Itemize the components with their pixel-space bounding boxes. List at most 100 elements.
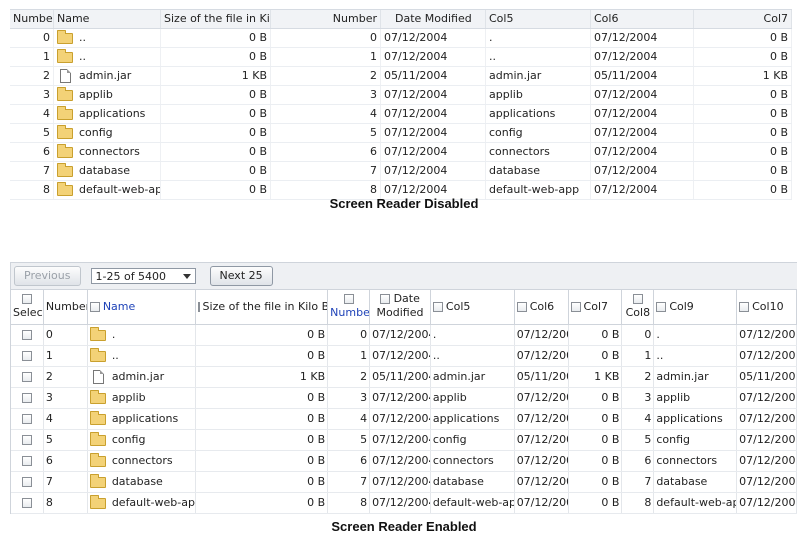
table-row[interactable]: 3 applib 0 B 3 07/12/2004 applib 07/12/2004 0 B — [10, 86, 792, 105]
table-row[interactable]: 2 admin.jar 1 KB 2 05/11/2004 admin.jar 05/11/… — [11, 367, 797, 388]
header-size[interactable]: Size of the file in Kilo Bytes — [196, 290, 329, 324]
cell-name-text: config — [79, 126, 113, 139]
header-col6-label: Col6 — [529, 300, 555, 313]
cell-col7: 0 B — [569, 430, 623, 450]
table-row[interactable]: 5config0 B507/12/2004config07/12/20040 B… — [11, 430, 797, 451]
table-row[interactable]: 3applib0 B307/12/2004applib07/12/20040 B… — [11, 388, 797, 409]
table-row[interactable]: 8 default-web-app 0 B 8 07/12/2004 default-we… — [11, 493, 797, 514]
row-select-checkbox[interactable] — [21, 477, 32, 487]
cell-date: 07/12/2004 — [381, 48, 486, 66]
header-date-checkbox[interactable] — [380, 294, 391, 304]
table-row[interactable]: 7database0 B707/12/2004database07/12/200… — [10, 162, 792, 181]
cell-number: 8 — [44, 493, 88, 513]
row-select-checkbox[interactable] — [21, 372, 32, 382]
select-all-checkbox[interactable] — [21, 294, 32, 304]
header-number-2[interactable]: Number — [271, 10, 381, 28]
table-row[interactable]: 6 connectors 0 B 6 07/12/2004 connectors 07/12… — [11, 451, 797, 472]
header-number-2-checkbox[interactable] — [343, 294, 354, 304]
cell-col8: 3 — [622, 388, 655, 408]
header-name-checkbox[interactable] — [89, 302, 100, 312]
header-number[interactable]: Number — [44, 290, 88, 324]
next-button[interactable]: Next 25 — [209, 266, 273, 286]
cell-col8: 8 — [622, 493, 655, 513]
cell-number: 3 — [10, 86, 54, 104]
cell-col5: config — [431, 430, 515, 450]
header-col6[interactable]: Col6 — [591, 10, 694, 28]
table-row[interactable]: 4 applications 0 B 4 07/12/2004 applications 0… — [10, 105, 792, 124]
row-select-checkbox[interactable] — [21, 330, 32, 340]
cell-col10: 07/12/2004 — [737, 325, 797, 345]
row-select-checkbox[interactable] — [21, 498, 32, 508]
row-select-checkbox[interactable] — [21, 414, 32, 424]
header-col10[interactable]: Col10 — [737, 290, 797, 324]
header-col5-checkbox[interactable] — [432, 302, 443, 312]
header-col8-checkbox[interactable] — [632, 294, 643, 304]
table-row[interactable]: 1.. 0 B 1 07/12/2004.. 07/12/2004 0 B — [10, 48, 792, 67]
cell-col10: 07/12/2004 — [737, 430, 797, 450]
table-row[interactable]: 6 connectors 0 B 6 07/12/2004 connectors 07/12… — [10, 143, 792, 162]
header-col10-checkbox[interactable] — [739, 302, 750, 312]
page-range-select[interactable]: 1-25 of 5400 — [90, 268, 196, 284]
row-select-checkbox[interactable] — [21, 435, 32, 445]
header-col9-checkbox[interactable] — [656, 302, 667, 312]
table-row[interactable]: 5 config 0 B 5 07/12/2004 config 07/12/2004 0 B — [10, 124, 792, 143]
cell-col5: database — [486, 162, 591, 180]
header-col5[interactable]: Col5 — [431, 290, 515, 324]
header-col8[interactable]: Col8 — [622, 290, 655, 324]
cell-col6: 07/12/2004 — [591, 29, 694, 47]
cell-col6: 07/12/2004 — [591, 162, 694, 180]
table-row[interactable]: 4 applications 0 B 4 07/12/2004 applications 0… — [11, 409, 797, 430]
folder-icon — [89, 452, 106, 467]
cell-select — [11, 451, 44, 471]
table-row[interactable]: 0.0 B007/12/2004.07/12/20040 B0.07/12/20… — [11, 325, 797, 346]
previous-button[interactable]: Previous — [14, 266, 81, 286]
header-name-link[interactable]: Name — [103, 300, 135, 314]
header-col10-label: Col10 — [752, 300, 784, 313]
cell-col8: 0 — [622, 325, 655, 345]
header-col9[interactable]: Col9 — [654, 290, 738, 324]
cell-number: 4 — [10, 105, 54, 123]
cell-date: 05/11/2004 — [381, 67, 486, 85]
header-number-2[interactable]: Number — [328, 290, 371, 324]
cell-col7: 0 B — [569, 325, 623, 345]
header-name[interactable]: Name — [54, 10, 161, 28]
cell-col5: config — [486, 124, 591, 142]
cell-col7: 0 B — [694, 48, 792, 66]
cell-name: applications — [54, 105, 161, 123]
header-size-checkbox[interactable] — [197, 302, 200, 312]
header-select: Select — [11, 290, 44, 324]
header-number[interactable]: Number — [10, 10, 54, 28]
table-row[interactable]: 7database0 B707/12/2004database07/12/200… — [11, 472, 797, 493]
header-col6-checkbox[interactable] — [516, 302, 527, 312]
cell-col6: 07/12/2004 — [515, 493, 569, 513]
cell-col6: 07/12/2004 — [515, 325, 569, 345]
header-size[interactable]: Size of the file in Kilo Bytes — [161, 10, 271, 28]
header-date-modified[interactable]: Date Modified — [370, 290, 431, 324]
header-col7-checkbox[interactable] — [570, 302, 581, 312]
cell-col5: .. — [486, 48, 591, 66]
cell-number-2: 0 — [271, 29, 381, 47]
cell-col5: admin.jar — [486, 67, 591, 85]
header-col5[interactable]: Col5 — [486, 10, 591, 28]
cell-size: 0 B — [161, 124, 271, 142]
table-row[interactable]: 1..0 B107/12/2004..07/12/20040 B1..07/12… — [11, 346, 797, 367]
row-select-checkbox[interactable] — [21, 456, 32, 466]
row-select-checkbox[interactable] — [21, 351, 32, 361]
header-col7[interactable]: Col7 — [569, 290, 623, 324]
cell-select — [11, 409, 44, 429]
cell-col5: database — [431, 472, 515, 492]
header-date-modified[interactable]: Date Modified — [381, 10, 486, 28]
cell-name-text: default-web-app — [111, 496, 196, 509]
cell-col9: applib — [654, 388, 738, 408]
header-col7[interactable]: Col7 — [694, 10, 792, 28]
header-name[interactable]: Name — [88, 290, 196, 324]
cell-number-2: 7 — [328, 472, 371, 492]
table-row[interactable]: 2 admin.jar 1 KB 2 05/11/2004 admin.jar 05/11/… — [10, 67, 792, 86]
cell-col6: 07/12/2004 — [591, 86, 694, 104]
row-select-checkbox[interactable] — [21, 393, 32, 403]
table-row[interactable]: 0.. 0 B 0 07/12/2004. 07/12/2004 0 B — [10, 29, 792, 48]
cell-number-2: 2 — [328, 367, 371, 387]
cell-name: database — [54, 162, 161, 180]
header-col6[interactable]: Col6 — [515, 290, 569, 324]
header-number-2-link[interactable]: Number — [330, 306, 369, 319]
